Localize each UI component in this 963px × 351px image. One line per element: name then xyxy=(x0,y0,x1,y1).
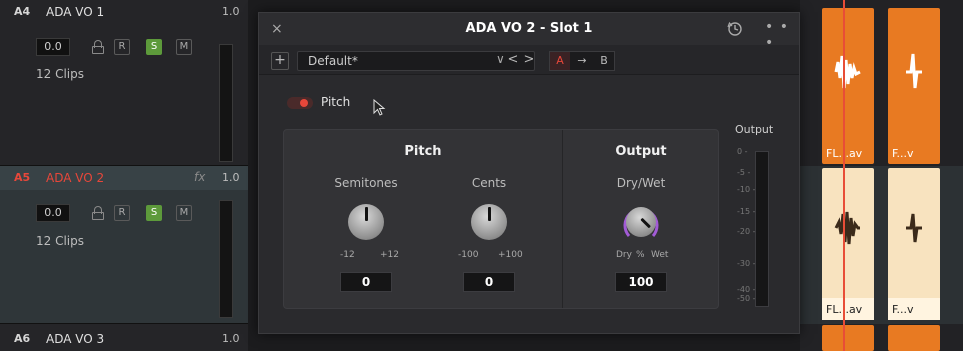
audio-clip[interactable]: F...v xyxy=(888,168,940,320)
lock-icon[interactable] xyxy=(92,40,104,54)
plugin-titlebar[interactable]: × ADA VO 2 - Slot 1 • • • xyxy=(259,13,799,51)
track-id: A4 xyxy=(14,5,31,18)
chevron-down-icon[interactable]: ∨ xyxy=(496,52,505,66)
meter-tick: -15 - xyxy=(737,207,756,216)
reset-history-icon[interactable] xyxy=(725,19,745,39)
drywet-mid: % xyxy=(636,250,645,260)
audio-clip[interactable] xyxy=(888,325,940,351)
add-preset-button[interactable]: + xyxy=(271,52,289,70)
cents-value[interactable]: 0 xyxy=(463,272,515,292)
waveform-icon xyxy=(906,53,922,89)
waveform-icon xyxy=(834,55,861,89)
output-section-title: Output xyxy=(615,144,667,159)
track-name[interactable]: ADA VO 3 xyxy=(46,332,104,346)
audio-clip[interactable] xyxy=(822,325,874,351)
track-a6-header: A6 ADA VO 3 1.0 xyxy=(0,324,248,348)
track-volume: 1.0 xyxy=(222,171,240,184)
track-volume: 1.0 xyxy=(222,5,240,18)
semitones-value[interactable]: 0 xyxy=(340,272,392,292)
clip-count: 12 Clips xyxy=(36,234,84,248)
track-volume: 1.0 xyxy=(222,332,240,345)
b-button[interactable]: B xyxy=(594,52,614,70)
waveform-icon xyxy=(834,211,860,245)
output-meter-label: Output xyxy=(735,123,774,136)
plugin-window: × ADA VO 2 - Slot 1 • • • + Default* ∨ <… xyxy=(258,12,800,334)
solo-button[interactable]: S xyxy=(146,205,162,221)
pitch-enable-toggle[interactable] xyxy=(287,97,313,109)
meter-tick: -5 - xyxy=(737,168,751,177)
clip-label: F...v xyxy=(892,303,914,316)
drywet-min: Dry xyxy=(616,250,632,260)
track-a5[interactable]: A5 ADA VO 2 fx 1.0 0.0 R S M 12 Clips xyxy=(0,166,248,324)
copy-a-to-b-button[interactable]: → xyxy=(572,52,592,70)
controls-panel: Pitch Output Semitones -12 +12 0 Cents -… xyxy=(283,129,719,309)
meter-tick: 0 - xyxy=(737,147,748,156)
preset-bar: + Default* ∨ < > A → B xyxy=(259,45,799,75)
cents-knob[interactable] xyxy=(467,200,511,244)
track-meter xyxy=(219,44,233,162)
semitones-min: -12 xyxy=(340,250,355,260)
waveform-icon xyxy=(906,213,922,243)
preset-name: Default* xyxy=(308,54,358,68)
clip-count: 12 Clips xyxy=(36,67,84,81)
mute-button[interactable]: M xyxy=(176,205,192,221)
track-a4[interactable]: A4 ADA VO 1 1.0 0.0 R S M 12 Clips xyxy=(0,0,248,166)
meter-tick: -30 - xyxy=(737,259,756,268)
pitch-section-title: Pitch xyxy=(404,144,442,159)
fx-icon[interactable]: fx xyxy=(194,170,205,184)
drywet-knob[interactable] xyxy=(619,200,663,244)
track-a5-header: A5 ADA VO 2 fx 1.0 xyxy=(0,166,248,190)
track-a6[interactable]: A6 ADA VO 3 1.0 xyxy=(0,324,248,351)
timeline[interactable]: FL...av F...v FL...av F...v xyxy=(800,0,963,351)
audio-clip[interactable]: F...v xyxy=(888,8,940,164)
cents-min: -100 xyxy=(458,250,479,260)
meter-tick: -50 - xyxy=(737,294,756,303)
drywet-label: Dry/Wet xyxy=(616,176,666,190)
audio-clip[interactable]: FL...av xyxy=(822,168,874,320)
ab-compare: A → B xyxy=(549,51,615,71)
prev-preset-button[interactable]: < xyxy=(505,51,521,71)
record-arm-button[interactable]: R xyxy=(114,205,130,221)
meter-tick: -40 - xyxy=(737,285,756,294)
track-meter xyxy=(219,200,233,318)
solo-button[interactable]: S xyxy=(146,39,162,55)
track-a4-header: A4 ADA VO 1 1.0 xyxy=(0,0,248,24)
mouse-cursor-icon xyxy=(373,99,386,116)
track-name[interactable]: ADA VO 2 xyxy=(46,171,104,185)
output-meter xyxy=(755,151,769,307)
semitones-label: Semitones xyxy=(334,176,398,190)
pitch-toggle-label: Pitch xyxy=(321,95,351,109)
track-name[interactable]: ADA VO 1 xyxy=(46,5,104,19)
playhead[interactable] xyxy=(843,0,845,351)
next-preset-button[interactable]: > xyxy=(521,51,537,71)
track-level-field[interactable]: 0.0 xyxy=(36,38,70,56)
track-id: A5 xyxy=(14,171,31,184)
meter-tick: -10 - xyxy=(737,185,756,194)
track-id: A6 xyxy=(14,332,31,345)
cents-label: Cents xyxy=(471,176,507,190)
preset-dropdown[interactable]: Default* ∨ xyxy=(297,51,535,71)
lock-icon[interactable] xyxy=(92,206,104,220)
drywet-value[interactable]: 100 xyxy=(615,272,667,292)
drywet-max: Wet xyxy=(651,250,669,260)
mute-button[interactable]: M xyxy=(176,39,192,55)
audio-clip[interactable]: FL...av xyxy=(822,8,874,164)
plugin-title: ADA VO 2 - Slot 1 xyxy=(465,21,593,36)
meter-tick: -20 - xyxy=(737,227,756,236)
cents-max: +100 xyxy=(498,250,523,260)
a-button[interactable]: A xyxy=(550,52,570,70)
record-arm-button[interactable]: R xyxy=(114,39,130,55)
track-level-field[interactable]: 0.0 xyxy=(36,204,70,222)
clip-label: F...v xyxy=(892,147,914,160)
semitones-knob[interactable] xyxy=(344,200,388,244)
semitones-max: +12 xyxy=(380,250,399,260)
track-headers: A4 ADA VO 1 1.0 0.0 R S M 12 Clips A5 AD… xyxy=(0,0,248,351)
